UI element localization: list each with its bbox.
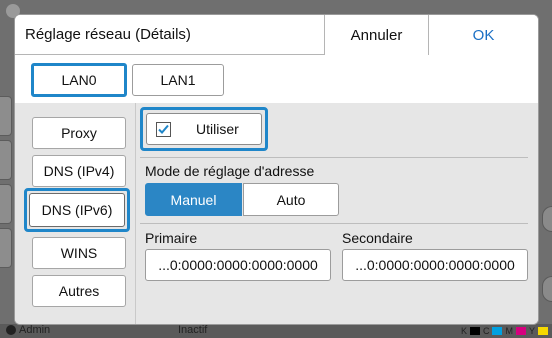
divider <box>140 223 528 224</box>
mode-auto-button[interactable]: Auto <box>243 183 339 216</box>
divider <box>140 157 528 158</box>
background-left-tab <box>0 96 12 136</box>
network-settings-dialog: Réglage réseau (Détails) Annuler OK LAN0… <box>14 14 539 325</box>
checkmark-icon <box>158 124 169 134</box>
background-left-tab <box>0 228 12 268</box>
ink-y-label: Y <box>528 326 535 336</box>
ink-k-icon <box>469 327 480 335</box>
secondary-dns-label: Secondaire <box>342 230 413 246</box>
ink-c-label: C <box>482 326 490 336</box>
ink-m-icon <box>515 327 526 335</box>
dialog-header: Réglage réseau (Détails) Annuler OK <box>15 15 538 55</box>
use-label: Utiliser <box>196 121 239 137</box>
machine-state: Inactif <box>178 324 208 336</box>
secondary-dns-field[interactable]: ...0:0000:0000:0000:0000 <box>342 249 528 281</box>
primary-dns-field[interactable]: ...0:0000:0000:0000:0000 <box>145 249 331 281</box>
ok-button[interactable]: OK <box>428 15 538 55</box>
sidebar-item-dns-ipv6[interactable]: DNS (IPv6) <box>24 188 130 232</box>
user-indicator: Admin <box>6 324 50 336</box>
status-bar: Admin Inactif K C M Y <box>0 324 552 338</box>
ink-m-label: M <box>505 326 513 336</box>
primary-dns-label: Primaire <box>145 230 198 246</box>
background-left-tab <box>0 184 12 224</box>
sidebar-item-dns-ipv6-label: DNS (IPv6) <box>29 193 125 227</box>
sidebar-item-dns-ipv4[interactable]: DNS (IPv4) <box>32 155 126 187</box>
use-toggle-button[interactable]: Utiliser <box>146 113 262 145</box>
ink-c-icon <box>492 327 503 335</box>
tab-lan0[interactable]: LAN0 <box>31 63 127 97</box>
category-sidebar: Proxy DNS (IPv4) DNS (IPv6) WINS Autres <box>15 103 135 324</box>
sidebar-item-autres[interactable]: Autres <box>32 275 126 307</box>
background-right-handle <box>542 276 552 302</box>
address-mode-label: Mode de réglage d'adresse <box>145 163 315 179</box>
tab-lan1[interactable]: LAN1 <box>132 64 224 96</box>
background-right-handle <box>542 206 552 232</box>
use-checkbox[interactable] <box>156 121 171 137</box>
mode-manual-button[interactable]: Manuel <box>145 183 242 216</box>
lan-tab-strip: LAN0 LAN1 <box>15 56 538 103</box>
ink-k-label: K <box>460 326 467 336</box>
ink-y-icon <box>538 327 548 335</box>
sidebar-item-proxy[interactable]: Proxy <box>32 117 126 149</box>
user-icon <box>6 325 16 335</box>
dialog-body: Proxy DNS (IPv4) DNS (IPv6) WINS Autres … <box>15 103 538 324</box>
use-option-highlight: Utiliser <box>140 107 268 151</box>
ink-levels: K C M Y <box>461 326 548 336</box>
user-name: Admin <box>19 324 51 336</box>
background-left-tab <box>0 140 12 180</box>
cancel-button[interactable]: Annuler <box>324 15 428 55</box>
dialog-title: Réglage réseau (Détails) <box>25 26 191 43</box>
sidebar-item-wins[interactable]: WINS <box>32 237 126 269</box>
dns-ipv6-settings-panel: Utiliser Mode de réglage d'adresse Manue… <box>136 103 538 324</box>
